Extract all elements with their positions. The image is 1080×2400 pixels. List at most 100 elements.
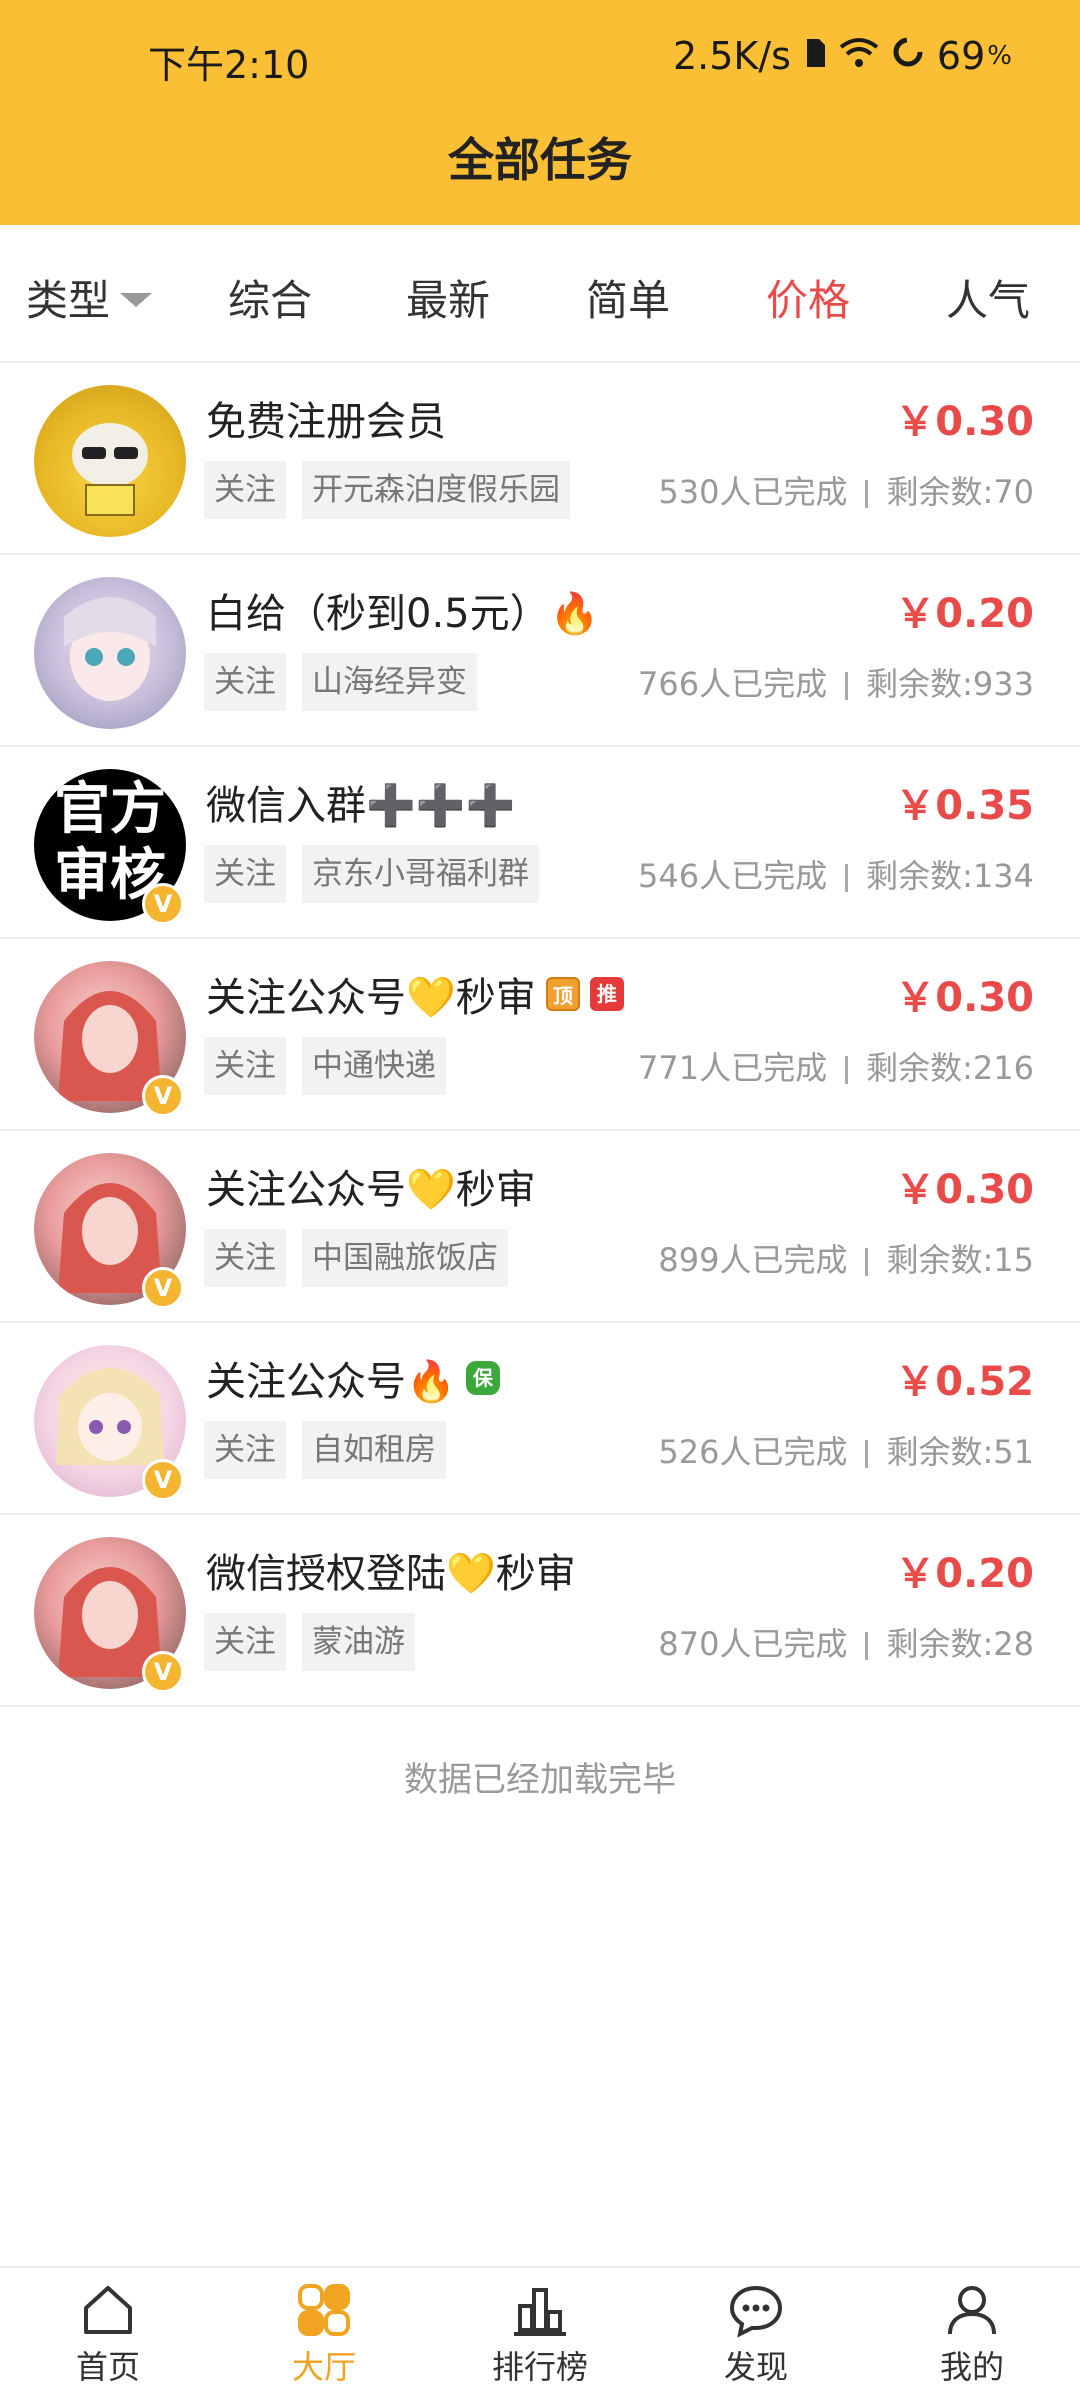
task-price: ￥0.30 xyxy=(895,399,1034,445)
stats-divider xyxy=(845,672,849,700)
stats-divider xyxy=(865,1632,869,1660)
merchant-chip: 中国融旅饭店 xyxy=(302,1229,508,1287)
task-title: 关注公众号💛秒审 xyxy=(206,1167,536,1213)
completed-count: 530人已完成 xyxy=(658,473,848,511)
task-stats: 546人已完成 剩余数:134 xyxy=(638,851,1034,897)
task-stats: 766人已完成 剩余数:933 xyxy=(638,659,1034,705)
tab-popular[interactable]: 人气 xyxy=(946,267,1030,328)
filter-tabs: 类型 综合 最新 简单 价格 人气 xyxy=(0,225,1080,363)
merchant-chip: 中通快递 xyxy=(302,1037,446,1095)
status-bar: 下午2:10 2.5K/s 69 % xyxy=(0,0,1080,118)
nav-hall[interactable]: 大厅 xyxy=(264,2282,384,2388)
follow-chip: 关注 xyxy=(204,1229,286,1287)
completed-count: 870人已完成 xyxy=(658,1625,848,1663)
remaining-count: 剩余数:933 xyxy=(866,665,1034,703)
nav-discover[interactable]: 发现 xyxy=(696,2282,816,2388)
task-price: ￥0.20 xyxy=(895,591,1034,637)
task-price: ￥0.52 xyxy=(895,1359,1034,1405)
merchant-chip: 蒙油游 xyxy=(302,1613,415,1671)
completed-count: 771人已完成 xyxy=(638,1049,828,1087)
completed-count: 526人已完成 xyxy=(658,1433,848,1471)
task-list: 免费注册会员 ￥0.30 关注 开元森泊度假乐园 530人已完成 剩余数:70 白… xyxy=(0,363,1080,1707)
sim-icon xyxy=(803,34,827,78)
follow-chip: 关注 xyxy=(204,653,286,711)
task-item[interactable]: 官方审核 V 微信入群➕➕➕ ￥0.35 关注 京东小哥福利群 546人已完成剩… xyxy=(0,747,1080,939)
battery-icon xyxy=(891,34,925,78)
remaining-count: 剩余数:15 xyxy=(886,1241,1034,1279)
task-title: 关注公众号💛秒审 顶 推 xyxy=(206,965,624,1023)
completed-count: 899人已完成 xyxy=(658,1241,848,1279)
verified-badge-icon: V xyxy=(142,1459,184,1501)
header-bar: 下午2:10 2.5K/s 69 % 全部任务 xyxy=(0,0,1080,225)
tab-comprehensive[interactable]: 综合 xyxy=(228,267,312,328)
completed-count: 546人已完成 xyxy=(638,857,828,895)
remaining-count: 剩余数:216 xyxy=(866,1049,1034,1087)
task-item[interactable]: 免费注册会员 ￥0.30 关注 开元森泊度假乐园 530人已完成 剩余数:70 xyxy=(0,363,1080,555)
chat-icon xyxy=(728,2282,784,2338)
task-stats: 530人已完成 剩余数:70 xyxy=(658,467,1034,513)
task-title: 关注公众号🔥 保 xyxy=(206,1349,500,1407)
tab-type-label: 类型 xyxy=(26,276,111,325)
merchant-chip: 开元森泊度假乐园 xyxy=(302,461,570,519)
follow-chip: 关注 xyxy=(204,461,286,519)
ranking-icon xyxy=(512,2282,568,2338)
wifi-icon xyxy=(839,34,879,78)
task-stats: 526人已完成 剩余数:51 xyxy=(658,1427,1034,1473)
tab-simple[interactable]: 简单 xyxy=(586,267,670,328)
nav-mine[interactable]: 我的 xyxy=(912,2282,1032,2388)
grid-icon xyxy=(296,2282,352,2338)
task-tags: 关注 开元森泊度假乐园 xyxy=(204,461,570,519)
recommend-badge-icon: 推 xyxy=(589,977,624,1011)
tab-latest[interactable]: 最新 xyxy=(406,267,490,328)
verified-badge-icon: V xyxy=(142,1075,184,1117)
task-item[interactable]: V 关注公众号🔥 保 ￥0.52 关注 自如租房 526人已完成 剩余数:51 xyxy=(0,1323,1080,1515)
task-tags: 关注 山海经异变 xyxy=(204,653,477,711)
task-stats: 870人已完成 剩余数:28 xyxy=(658,1619,1034,1665)
verified-badge-icon: V xyxy=(142,1267,184,1309)
nav-home[interactable]: 首页 xyxy=(48,2282,168,2388)
task-title: 微信授权登陆💛秒审 xyxy=(206,1551,576,1597)
follow-chip: 关注 xyxy=(204,1613,286,1671)
page-title: 全部任务 xyxy=(448,133,632,187)
guarantee-badge-icon: 保 xyxy=(465,1361,500,1395)
stats-divider xyxy=(845,1056,849,1084)
task-item[interactable]: V 关注公众号💛秒审 ￥0.30 关注 中国融旅饭店 899人已完成 剩余数:15 xyxy=(0,1131,1080,1323)
follow-chip: 关注 xyxy=(204,845,286,903)
nav-ranking-label: 排行榜 xyxy=(491,2348,588,2386)
merchant-chip: 山海经异变 xyxy=(302,653,477,711)
task-item[interactable]: 白给（秒到0.5元）🔥 ￥0.20 关注 山海经异变 766人已完成 剩余数:93… xyxy=(0,555,1080,747)
task-tags: 关注 京东小哥福利群 xyxy=(204,845,539,903)
verified-badge-icon: V xyxy=(142,1651,184,1693)
stats-divider xyxy=(865,1440,869,1468)
task-stats: 771人已完成 剩余数:216 xyxy=(638,1043,1034,1089)
verified-badge-icon: V xyxy=(142,883,184,925)
battery-unit: % xyxy=(987,41,1012,71)
task-tags: 关注 中国融旅饭店 xyxy=(204,1229,508,1287)
remaining-count: 剩余数:70 xyxy=(886,473,1034,511)
load-complete-note: 数据已经加载完毕 xyxy=(404,1760,676,1800)
merchant-chip: 自如租房 xyxy=(302,1421,446,1479)
task-item[interactable]: V 关注公众号💛秒审 顶 推 ￥0.30 关注 中通快递 771人已完成 剩余数:… xyxy=(0,939,1080,1131)
network-speed: 2.5K/s xyxy=(672,34,791,78)
task-title: 微信入群➕➕➕ xyxy=(206,783,516,829)
task-item[interactable]: V 微信授权登陆💛秒审 ￥0.20 关注 蒙油游 870人已完成 剩余数:28 xyxy=(0,1515,1080,1707)
merchant-chip: 京东小哥福利群 xyxy=(302,845,539,903)
nav-ranking[interactable]: 排行榜 xyxy=(480,2282,600,2388)
status-time: 下午2:10 xyxy=(148,43,310,87)
task-tags: 关注 蒙油游 xyxy=(204,1613,415,1671)
bottom-nav: 首页 大厅 排行榜 发现 我的 xyxy=(0,2266,1080,2400)
nav-home-label: 首页 xyxy=(75,2348,140,2386)
completed-count: 766人已完成 xyxy=(638,665,828,703)
task-tags: 关注 自如租房 xyxy=(204,1421,446,1479)
stats-divider xyxy=(845,864,849,892)
task-title: 白给（秒到0.5元）🔥 xyxy=(206,591,600,637)
remaining-count: 剩余数:134 xyxy=(866,857,1034,895)
remaining-count: 剩余数:51 xyxy=(886,1433,1034,1471)
task-stats: 899人已完成 剩余数:15 xyxy=(658,1235,1034,1281)
tab-price[interactable]: 价格 xyxy=(766,267,850,328)
avatar xyxy=(34,385,186,537)
task-price: ￥0.20 xyxy=(895,1551,1034,1597)
battery-level: 69 xyxy=(936,34,986,78)
tab-type[interactable]: 类型 xyxy=(26,267,153,328)
task-price: ￥0.30 xyxy=(895,975,1034,1021)
